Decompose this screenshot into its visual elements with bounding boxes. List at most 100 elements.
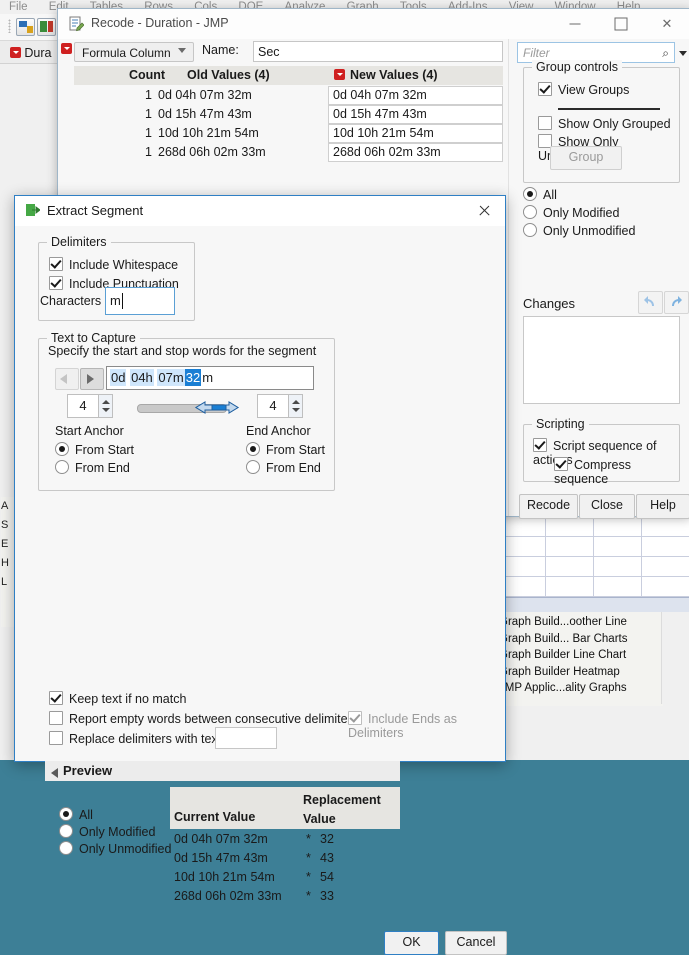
report-empty-words-checkbox[interactable]: Report empty words between consecutive d… <box>49 711 358 726</box>
minimize-button[interactable] <box>552 9 598 39</box>
compress-sequence-checkbox[interactable]: Compress sequence <box>554 457 679 486</box>
preview-only-unmodified-label: Only Unmodified <box>79 842 172 856</box>
previous-word-button[interactable] <box>55 368 79 390</box>
segment-token[interactable]: 04h <box>130 369 154 386</box>
column-type-dropdown[interactable]: Formula Column <box>74 42 194 62</box>
new-data-table-icon[interactable] <box>16 18 35 36</box>
help-button[interactable]: Help <box>636 494 689 519</box>
row-count: 1 <box>145 126 152 140</box>
segment-token-selected[interactable]: 32 <box>184 369 202 386</box>
end-from-end-radio[interactable]: From End <box>246 460 321 475</box>
start-word-value[interactable]: 4 <box>67 394 99 418</box>
slider-thumb[interactable] <box>195 401 247 414</box>
close-button[interactable]: Close <box>579 494 635 519</box>
stepper-buttons[interactable] <box>99 394 113 418</box>
keep-text-checkbox[interactable]: Keep text if no match <box>49 691 186 706</box>
preview-all-radio[interactable]: All <box>59 807 93 822</box>
row-old-value: 268d 06h 02m 33m <box>158 145 266 159</box>
show-only-grouped-label: Show Only Grouped <box>558 117 671 131</box>
include-ends-label: Include Ends as Delimiters <box>348 712 457 740</box>
column-label: Dura <box>24 45 52 60</box>
recent-list-scrollbar[interactable] <box>661 612 672 704</box>
preview-replacement-value: 54 <box>320 870 334 884</box>
extract-title-bar[interactable]: Extract Segment <box>15 196 505 226</box>
toolbar-grip[interactable] <box>8 19 11 33</box>
data-grid-footer <box>497 597 689 612</box>
end-word-value[interactable]: 4 <box>257 394 289 418</box>
table-row[interactable]: 1 0d 04h 07m 32m 0d 04h 07m 32m <box>74 86 503 105</box>
checkbox-icon <box>49 276 63 290</box>
preview-only-unmodified-radio[interactable]: Only Unmodified <box>59 841 171 856</box>
end-from-start-radio[interactable]: From Start <box>246 442 325 457</box>
end-word-stepper[interactable]: 4 <box>257 394 303 418</box>
characters-input[interactable]: m <box>105 287 175 315</box>
changes-list[interactable] <box>523 316 680 404</box>
group-button[interactable]: Group <box>550 146 622 170</box>
new-values-menu-icon[interactable] <box>334 69 345 80</box>
cancel-button[interactable]: Cancel <box>445 931 507 955</box>
redo-button[interactable] <box>664 291 689 314</box>
radio-icon <box>59 807 73 821</box>
filter-dropdown-button[interactable] <box>677 42 689 63</box>
recode-title-bar[interactable]: Recode - Duration - JMP ✕ <box>58 9 689 39</box>
segment-preview-field[interactable]: 0d 04h 07m 32 m <box>106 366 314 390</box>
include-whitespace-checkbox[interactable]: Include Whitespace <box>49 257 178 272</box>
filter-only-modified-radio[interactable]: Only Modified <box>523 205 619 220</box>
start-from-end-radio[interactable]: From End <box>55 460 130 475</box>
segment-token[interactable]: 0d <box>110 369 127 386</box>
segment-token[interactable]: 07m <box>157 369 185 386</box>
start-word-stepper[interactable]: 4 <box>67 394 113 418</box>
close-dialog-button[interactable] <box>463 196 505 226</box>
row-new-value-input[interactable]: 10d 10h 21m 54m <box>328 124 503 143</box>
row-new-value-input[interactable]: 0d 15h 47m 43m <box>328 105 503 124</box>
text-caret <box>122 293 123 309</box>
undo-button[interactable] <box>638 291 663 314</box>
segment-token[interactable]: m <box>201 369 214 386</box>
preview-header[interactable]: Preview <box>45 761 400 781</box>
stepper-down-icon <box>102 408 110 412</box>
open-table-icon[interactable] <box>37 18 56 36</box>
row-new-value-input[interactable]: 0d 04h 07m 32m <box>328 86 503 105</box>
filter-all-radio[interactable]: All <box>523 187 557 202</box>
recent-item[interactable]: Graph Builder Heatmap <box>499 664 663 681</box>
replace-delimiters-label: Replace delimiters with text <box>69 732 222 746</box>
column-type-value: Formula Column <box>82 46 171 60</box>
view-groups-checkbox[interactable]: View Groups <box>538 82 629 97</box>
name-input[interactable]: Sec <box>253 41 503 62</box>
filter-only-unmodified-radio[interactable]: Only Unmodified <box>523 223 635 238</box>
close-window-button[interactable]: ✕ <box>644 9 689 39</box>
recent-item[interactable]: Graph Build...oother Line <box>499 614 663 631</box>
start-from-start-radio[interactable]: From Start <box>55 442 134 457</box>
row-old-value: 10d 10h 21m 54m <box>158 126 259 140</box>
preview-header-current: Current Value <box>174 810 256 824</box>
preview-table-header: Current Value Replacement Value <box>170 787 400 829</box>
table-row[interactable]: 1 0d 15h 47m 43m 0d 15h 47m 43m <box>74 105 503 124</box>
replace-delimiters-input[interactable] <box>215 727 277 749</box>
next-word-button[interactable] <box>80 368 104 390</box>
recode-button[interactable]: Recode <box>519 494 578 519</box>
segment-range-slider[interactable] <box>137 401 247 414</box>
table-row[interactable]: 1 268d 06h 02m 33m 268d 06h 02m 33m <box>74 143 503 162</box>
report-empty-words-label: Report empty words between consecutive d… <box>69 712 359 726</box>
recent-files-list[interactable]: Graph Build...oother Line Graph Build...… <box>497 612 663 706</box>
disclosure-triangle-icon[interactable] <box>51 768 58 778</box>
recent-item[interactable]: JMP Applic...ality Graphs <box>499 680 663 697</box>
end-from-end-label: From End <box>266 461 321 475</box>
stepper-buttons[interactable] <box>289 394 303 418</box>
maximize-button[interactable] <box>598 9 644 39</box>
menu-item-file[interactable]: File <box>0 0 37 14</box>
row-new-value-input[interactable]: 268d 06h 02m 33m <box>328 143 503 162</box>
show-only-grouped-checkbox[interactable]: Show Only Grouped <box>538 116 671 131</box>
stepper-down-icon <box>292 408 300 412</box>
recent-item[interactable]: Graph Build... Bar Charts <box>499 631 663 648</box>
column-menu-icon[interactable] <box>10 47 21 59</box>
recent-item[interactable]: Graph Builder Line Chart <box>499 647 663 664</box>
ok-button[interactable]: OK <box>384 931 439 955</box>
preview-only-modified-radio[interactable]: Only Modified <box>59 824 155 839</box>
search-icon[interactable]: ⌕ <box>662 46 669 61</box>
checkbox-icon <box>538 116 552 130</box>
replace-delimiters-checkbox[interactable]: Replace delimiters with text <box>49 731 221 746</box>
recode-menu-icon[interactable] <box>61 43 72 54</box>
table-row[interactable]: 1 10d 10h 21m 54m 10d 10h 21m 54m <box>74 124 503 143</box>
radio-icon <box>55 442 69 456</box>
